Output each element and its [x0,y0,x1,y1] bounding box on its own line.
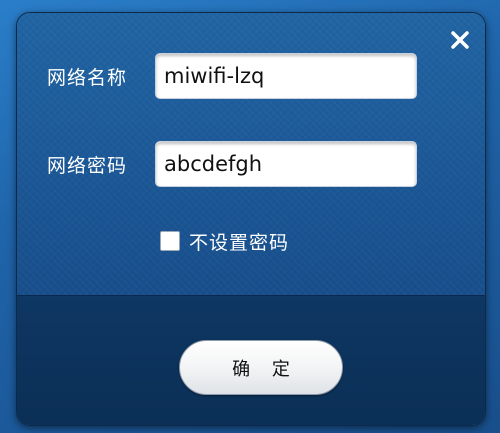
no-password-option[interactable]: 不设置密码 [160,229,290,254]
network-name-label: 网络名称 [47,67,128,89]
no-password-checkbox-label: 不设置密码 [189,231,290,254]
network-password-input[interactable] [155,141,417,187]
no-password-checkbox[interactable] [160,231,180,251]
close-icon [451,31,469,49]
desktop-background: 网络名称 网络密码 不设置密码 确 定 [0,0,500,433]
network-password-label: 网络密码 [47,155,128,177]
network-name-input[interactable] [155,53,417,99]
confirm-button[interactable]: 确 定 [179,340,343,395]
close-button[interactable] [449,29,471,51]
wifi-settings-dialog: 网络名称 网络密码 不设置密码 确 定 [16,12,486,426]
